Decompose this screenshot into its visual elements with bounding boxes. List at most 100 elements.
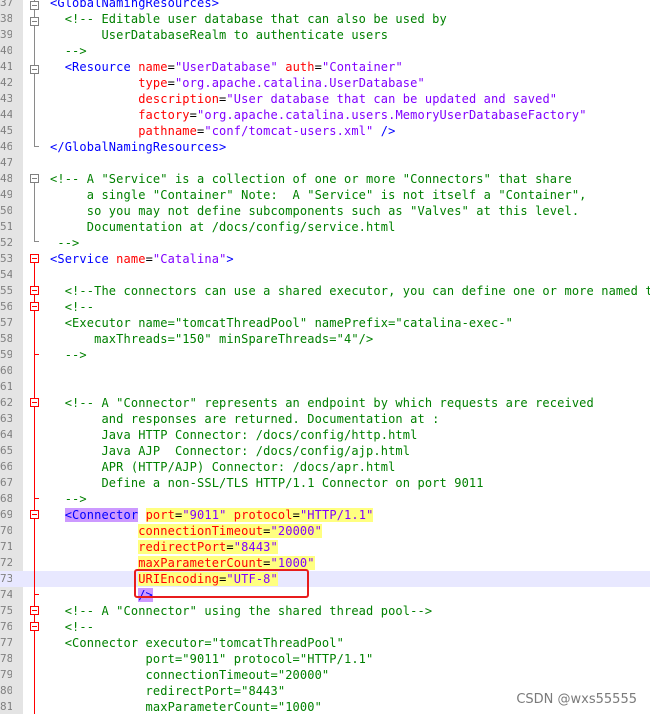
code-line[interactable]: 40 -->: [0, 43, 650, 59]
code-text: -->: [50, 491, 87, 507]
fold-toggle-icon[interactable]: [30, 510, 39, 519]
code-line[interactable]: 65 Java AJP Connector: /docs/config/ajp.…: [0, 443, 650, 459]
line-number: 75: [0, 604, 12, 617]
code-line[interactable]: 44 factory="org.apache.catalina.users.Me…: [0, 107, 650, 123]
code-text: -->: [50, 43, 87, 59]
line-number: 79: [0, 668, 12, 681]
code-text: <!-- A "Connector" represents an endpoin…: [50, 395, 594, 411]
code-line[interactable]: 75 <!-- A "Connector" using the shared t…: [0, 603, 650, 619]
fold-toggle-icon[interactable]: [30, 302, 39, 311]
fold-toggle-icon[interactable]: [30, 606, 39, 615]
code-line[interactable]: 72 maxParameterCount="1000": [0, 555, 650, 571]
code-line[interactable]: 67 Define a non-SSL/TLS HTTP/1.1 Connect…: [0, 475, 650, 491]
code-token-text: =: [263, 556, 271, 570]
line-number: 76: [0, 620, 12, 633]
code-token-attr: name: [138, 60, 168, 74]
code-line[interactable]: 73 URIEncoding="UTF-8": [0, 571, 650, 587]
fold-toggle-icon[interactable]: [30, 17, 39, 26]
code-line[interactable]: 54: [0, 267, 650, 283]
line-number: 80: [0, 684, 12, 697]
code-line[interactable]: 79 connectionTimeout="20000": [0, 667, 650, 683]
code-line[interactable]: 57 <Executor name="tomcatThreadPool" nam…: [0, 315, 650, 331]
code-line[interactable]: 41 <Resource name="UserDatabase" auth="C…: [0, 59, 650, 75]
code-line[interactable]: 47: [0, 155, 650, 171]
fold-toggle-icon[interactable]: [30, 286, 39, 295]
code-line[interactable]: 56 <!--: [0, 299, 650, 315]
code-line[interactable]: 63 and responses are returned. Documenta…: [0, 411, 650, 427]
code-token-text: [226, 508, 234, 522]
code-line[interactable]: 48 <!-- A "Service" is a collection of on…: [0, 171, 650, 187]
code-token-com: <!-- A "Connector" using the shared thre…: [50, 604, 433, 618]
line-number: 53: [0, 252, 12, 265]
code-token-com: a single "Container" Note: A "Service" i…: [50, 188, 587, 202]
code-line[interactable]: 42 type="org.apache.catalina.UserDatabas…: [0, 75, 650, 91]
code-line[interactable]: 38 <!-- Editable user database that can …: [0, 11, 650, 27]
line-number: 58: [0, 332, 12, 345]
line-number: 50: [0, 204, 12, 217]
fold-toggle-icon[interactable]: [30, 254, 39, 263]
code-token-com: Documentation at /docs/config/service.ht…: [50, 220, 396, 234]
code-line[interactable]: 62 <!-- A "Connector" represents an endp…: [0, 395, 650, 411]
line-number: 74: [0, 588, 12, 601]
code-token-text: =: [314, 60, 322, 74]
fold-guide: [34, 180, 35, 241]
code-token-attr: maxParameterCount: [138, 556, 264, 570]
code-token-tag: </GlobalNamingResources>: [50, 140, 227, 154]
code-line[interactable]: 55 <!--The connectors can use a shared e…: [0, 283, 650, 299]
code-token-com: <!--: [50, 300, 95, 314]
code-line[interactable]: 50 so you may not define subcomponents s…: [0, 203, 650, 219]
code-line[interactable]: 69 <Connector port="9011" protocol="HTTP…: [0, 507, 650, 523]
code-token-com: APR (HTTP/AJP) Connector: /docs/apr.html: [50, 460, 396, 474]
code-token-val: "conf/tomcat-users.xml": [204, 124, 374, 138]
fold-toggle-icon[interactable]: [30, 65, 39, 74]
code-line[interactable]: 52 -->: [0, 235, 650, 251]
code-token-val: "8443": [233, 540, 278, 554]
code-line[interactable]: 78 port="9011" protocol="HTTP/1.1": [0, 651, 650, 667]
code-line[interactable]: 59 -->: [0, 347, 650, 363]
code-line[interactable]: 66 APR (HTTP/AJP) Connector: /docs/apr.h…: [0, 459, 650, 475]
code-line[interactable]: 60: [0, 363, 650, 379]
code-line[interactable]: 74 />: [0, 587, 650, 603]
code-line[interactable]: 46 </GlobalNamingResources>: [0, 139, 650, 155]
line-number: 41: [0, 60, 12, 73]
code-token-tag: />: [373, 124, 396, 138]
fold-toggle-icon[interactable]: [30, 1, 39, 10]
line-number: 54: [0, 268, 12, 281]
code-line[interactable]: 39 UserDatabaseRealm to authenticate use…: [0, 27, 650, 43]
code-editor[interactable]: 37 <GlobalNamingResources> 38 <!-- Editabl…: [0, 0, 650, 714]
code-token-com: <!-- Editable user database that can als…: [50, 12, 447, 26]
code-line[interactable]: 58 maxThreads="150" minSpareThreads="4"/…: [0, 331, 650, 347]
fold-toggle-icon[interactable]: [30, 622, 39, 631]
line-number: 44: [0, 108, 12, 121]
code-line[interactable]: 49 a single "Container" Note: A "Service…: [0, 187, 650, 203]
code-line[interactable]: 71 redirectPort="8443": [0, 539, 650, 555]
fold-toggle-icon[interactable]: [30, 398, 39, 407]
code-token-com: -->: [50, 348, 87, 362]
code-token-com: -->: [50, 492, 87, 506]
code-line[interactable]: 76 <!--: [0, 619, 650, 635]
code-line[interactable]: 61: [0, 379, 650, 395]
code-text: <Service name="Catalina">: [50, 251, 234, 267]
code-text: APR (HTTP/AJP) Connector: /docs/apr.html: [50, 459, 395, 475]
code-line[interactable]: 37 <GlobalNamingResources>: [0, 0, 650, 11]
code-token-com: Java AJP Connector: /docs/config/ajp.htm…: [50, 444, 411, 458]
code-text: Java HTTP Connector: /docs/config/http.h…: [50, 427, 417, 443]
code-line[interactable]: 51 Documentation at /docs/config/service…: [0, 219, 650, 235]
code-line[interactable]: 77 <Connector executor="tomcatThreadPool…: [0, 635, 650, 651]
code-line[interactable]: 64 Java HTTP Connector: /docs/config/htt…: [0, 427, 650, 443]
code-token-com: UserDatabaseRealm to authenticate users: [50, 28, 389, 42]
code-token-tag: <Resource: [50, 60, 139, 74]
fold-toggle-icon[interactable]: [30, 174, 39, 183]
code-token-com: <Executor name="tomcatThreadPool" namePr…: [50, 316, 514, 330]
code-line[interactable]: 53 <Service name="Catalina">: [0, 251, 650, 267]
code-line[interactable]: 70 connectionTimeout="20000": [0, 523, 650, 539]
code-line[interactable]: 45 pathname="conf/tomcat-users.xml" />: [0, 123, 650, 139]
code-text: <!--The connectors can use a shared exec…: [50, 283, 650, 299]
code-line[interactable]: 68 -->: [0, 491, 650, 507]
line-number: 51: [0, 220, 12, 233]
code-line[interactable]: 43 description="User database that can b…: [0, 91, 650, 107]
code-token-attr: connectionTimeout: [138, 524, 264, 538]
line-number: 45: [0, 124, 12, 137]
code-text: maxThreads="150" minSpareThreads="4"/>: [50, 331, 373, 347]
